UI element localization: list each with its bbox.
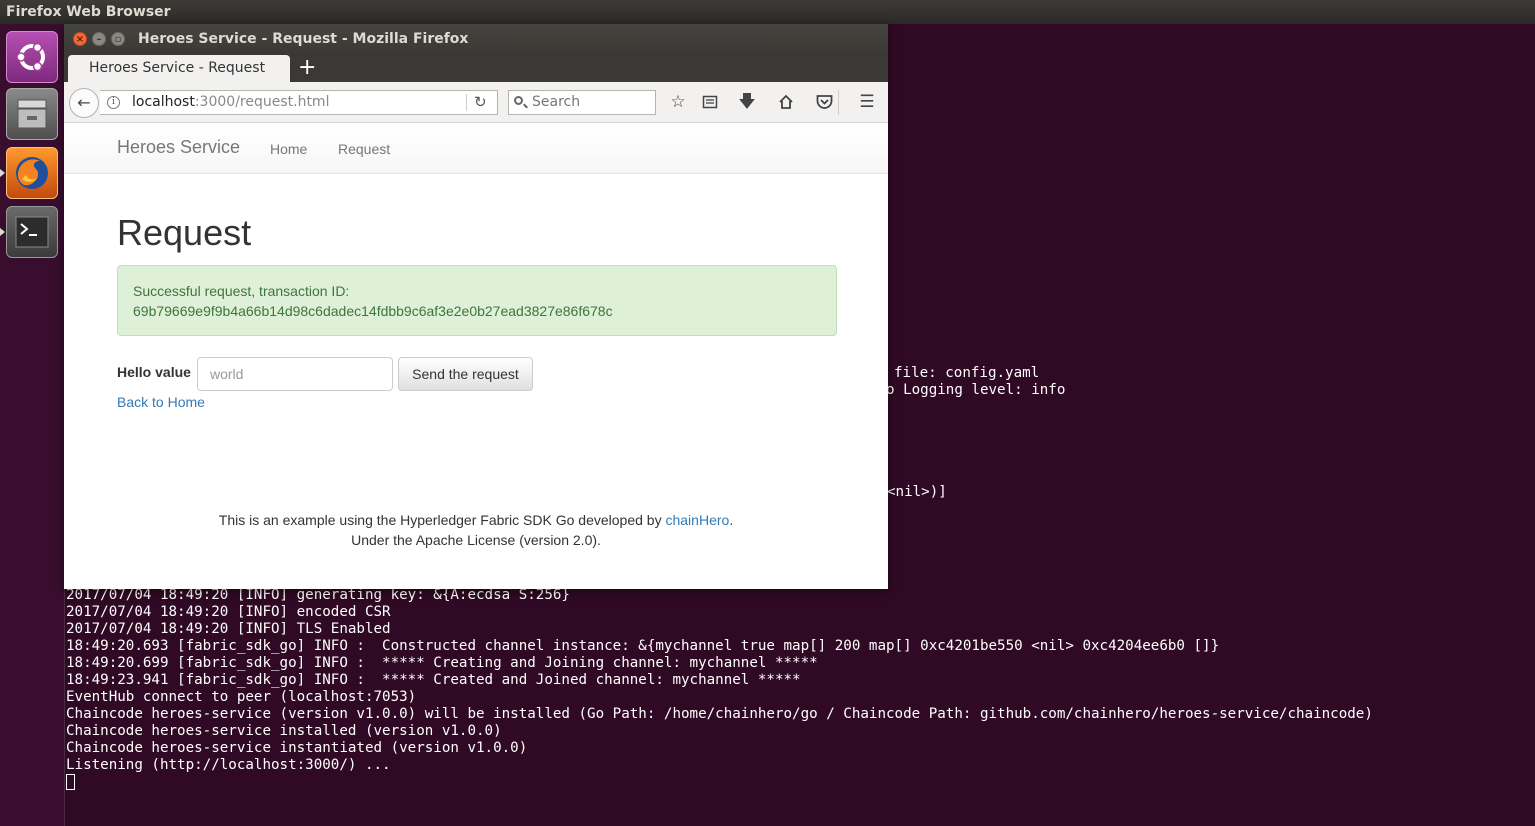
tab-heroes-service-request[interactable]: Heroes Service - Request bbox=[68, 55, 290, 82]
downloads-icon[interactable]: 🡇 bbox=[736, 91, 758, 113]
back-arrow-icon: ← bbox=[77, 93, 91, 112]
terminal-line: Chaincode heroes-service installed (vers… bbox=[66, 723, 502, 739]
footer-text: This is an example using the Hyperledger… bbox=[218, 512, 666, 528]
terminal-line: 2017/07/04 18:49:20 [INFO] generating ke… bbox=[66, 587, 570, 603]
footer-period: . bbox=[729, 512, 734, 528]
window-title: Heroes Service - Request - Mozilla Firef… bbox=[138, 31, 469, 47]
firefox-icon bbox=[16, 157, 48, 189]
firefox-window: × – ▫ Heroes Service - Request - Mozilla… bbox=[64, 24, 888, 589]
terminal-line: 2017/07/04 18:49:20 [INFO] TLS Enabled bbox=[66, 621, 391, 637]
alert-message: Successful request, transaction ID: bbox=[133, 283, 350, 299]
ubuntu-logo-icon bbox=[16, 42, 45, 72]
toolbar-separator bbox=[838, 90, 839, 115]
site-info-icon[interactable]: i bbox=[107, 96, 120, 109]
terminal-line: Chaincode heroes-service (version v1.0.0… bbox=[66, 706, 1373, 722]
footer-line-1: This is an example using the Hyperledger… bbox=[64, 510, 888, 530]
home-icon[interactable] bbox=[775, 91, 797, 113]
terminal-icon bbox=[15, 216, 49, 248]
web-page: Heroes Service Home Request Request Succ… bbox=[64, 123, 888, 589]
navigation-toolbar: ← i localhost:3000/request.html ↻ Search… bbox=[64, 82, 888, 123]
bookmark-star-icon[interactable]: ☆ bbox=[667, 91, 689, 113]
bookmarks-library-icon[interactable] bbox=[699, 91, 721, 113]
launcher-terminal[interactable] bbox=[6, 206, 58, 258]
search-icon bbox=[514, 96, 523, 105]
window-close-button[interactable]: × bbox=[73, 32, 87, 46]
launcher-running-pip bbox=[0, 169, 5, 177]
terminal-output: 2017/07/04 18:49:20 [INFO] generating ke… bbox=[66, 587, 1373, 791]
success-alert: Successful request, transaction ID: 69b7… bbox=[117, 265, 837, 336]
hello-value-input[interactable] bbox=[197, 357, 393, 391]
window-titlebar[interactable]: × – ▫ Heroes Service - Request - Mozilla… bbox=[64, 24, 888, 54]
url-host: localhost bbox=[132, 94, 195, 110]
file-cabinet-icon bbox=[17, 99, 47, 129]
new-tab-button[interactable]: + bbox=[298, 54, 316, 82]
launcher-running-pip bbox=[0, 228, 5, 236]
terminal-line: Chaincode heroes-service instantiated (v… bbox=[66, 740, 528, 756]
terminal-line: EventHub connect to peer (localhost:7053… bbox=[66, 689, 417, 705]
launcher-files[interactable] bbox=[6, 88, 58, 140]
terminal-prompt[interactable] bbox=[66, 774, 1373, 791]
url-text: localhost:3000/request.html bbox=[132, 91, 329, 114]
tab-label: Heroes Service - Request bbox=[89, 60, 266, 76]
nav-link-request[interactable]: Request bbox=[338, 141, 390, 157]
panel-app-title: Firefox Web Browser bbox=[6, 4, 171, 20]
url-separator bbox=[466, 94, 467, 111]
window-minimize-button[interactable]: – bbox=[92, 32, 106, 46]
terminal-partial-line: file: config.yaml bbox=[894, 365, 1040, 381]
search-placeholder: Search bbox=[532, 94, 581, 110]
terminal-partial-line: <nil>)] bbox=[887, 484, 947, 500]
back-button[interactable]: ← bbox=[69, 88, 99, 118]
pocket-icon[interactable] bbox=[813, 91, 835, 113]
back-to-home-link[interactable]: Back to Home bbox=[117, 392, 205, 412]
terminal-line: Listening (http://localhost:3000/) ... bbox=[66, 757, 391, 773]
url-path: :3000/request.html bbox=[194, 94, 330, 110]
terminal-line: 18:49:23.941 [fabric_sdk_go] INFO : ****… bbox=[66, 672, 801, 688]
terminal-partial-line: o Logging level: info bbox=[886, 382, 1066, 398]
launcher-firefox[interactable] bbox=[6, 147, 58, 199]
nav-link-home[interactable]: Home bbox=[270, 141, 307, 157]
terminal-line: 18:49:20.699 [fabric_sdk_go] INFO : ****… bbox=[66, 655, 818, 671]
site-navbar: Heroes Service Home Request bbox=[64, 123, 888, 174]
window-maximize-button[interactable]: ▫ bbox=[111, 32, 125, 46]
launcher bbox=[0, 24, 65, 826]
send-request-button[interactable]: Send the request bbox=[398, 357, 533, 391]
chainhero-link[interactable]: chainHero bbox=[665, 512, 729, 528]
reload-icon[interactable]: ↻ bbox=[474, 91, 487, 114]
terminal-line: 18:49:20.693 [fabric_sdk_go] INFO : Cons… bbox=[66, 638, 1220, 654]
search-input[interactable]: Search bbox=[508, 90, 656, 115]
page-footer: This is an example using the Hyperledger… bbox=[64, 510, 888, 550]
terminal-cursor bbox=[66, 774, 75, 790]
footer-license: Under the Apache License (version 2.0). bbox=[351, 532, 601, 548]
top-panel: Firefox Web Browser bbox=[0, 0, 1535, 24]
site-brand[interactable]: Heroes Service bbox=[117, 137, 240, 158]
hello-value-label: Hello value bbox=[117, 364, 191, 380]
page-title: Request bbox=[117, 212, 252, 253]
launcher-ubuntu-dash[interactable] bbox=[6, 31, 58, 83]
url-bar[interactable]: i localhost:3000/request.html ↻ bbox=[100, 90, 498, 115]
transaction-id: 69b79669e9f9b4a66b14d98c6dadec14fdbb9c6a… bbox=[133, 303, 613, 319]
terminal-line: 2017/07/04 18:49:20 [INFO] encoded CSR bbox=[66, 604, 391, 620]
hamburger-menu-icon[interactable]: ☰ bbox=[856, 91, 878, 113]
tab-bar: Heroes Service - Request + bbox=[64, 54, 888, 82]
